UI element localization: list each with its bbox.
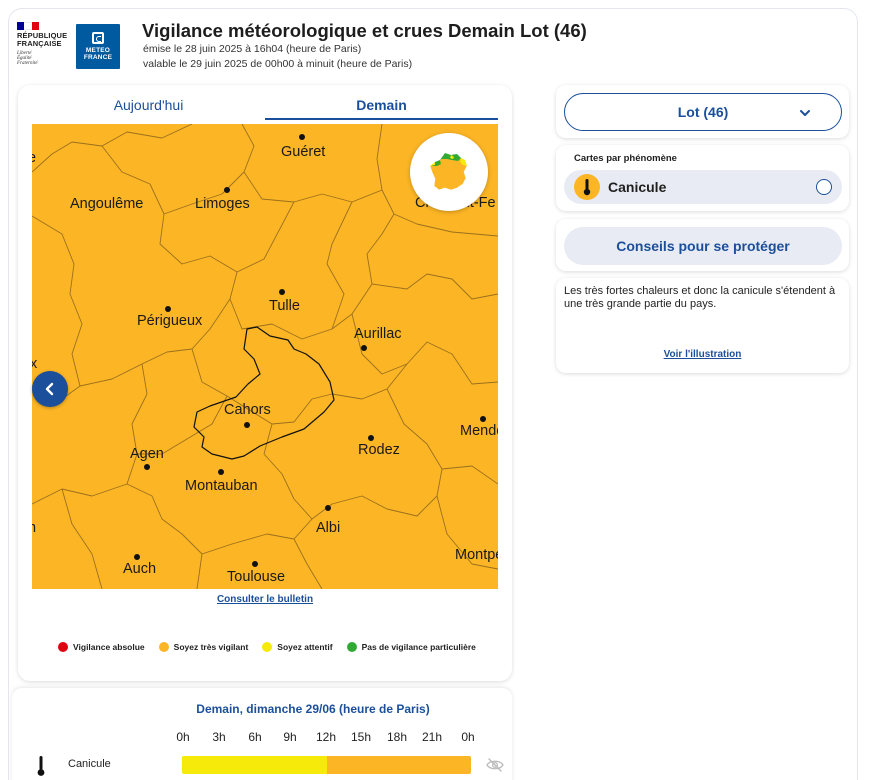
city-dot xyxy=(368,435,374,441)
emission-date: émise le 28 juin 2025 à 16h04 (heure de … xyxy=(143,43,362,55)
city-aurillac: Aurillac xyxy=(354,326,402,342)
thermometer-icon xyxy=(574,174,600,200)
validity-date: valable le 29 juin 2025 de 00h00 à minui… xyxy=(143,58,413,70)
city-perigueux: Périgueux xyxy=(137,313,203,329)
city-gueret: Guéret xyxy=(281,144,326,160)
vigilance-legend: Vigilance absolue Soyez très vigilant So… xyxy=(58,642,490,652)
thermometer-icon xyxy=(36,755,46,780)
city-agen: Agen xyxy=(130,446,164,462)
mf-text-1: METEO xyxy=(85,47,111,54)
timeline-hour: 21h xyxy=(421,730,443,744)
phenomenon-radio[interactable] xyxy=(816,179,832,195)
rf-text-line2: FRANÇAISE xyxy=(17,39,62,48)
green-dot-icon xyxy=(346,642,357,652)
lot-department-outline xyxy=(193,326,335,460)
legend-label: Vigilance absolue xyxy=(73,642,145,652)
france-minimap-button[interactable] xyxy=(410,133,488,211)
city-montpellier: Montpellier xyxy=(455,547,498,563)
department-select[interactable]: Lot (46) xyxy=(564,93,842,131)
timeline-hour: 0h xyxy=(461,730,475,744)
timeline-hour: 0h xyxy=(176,730,190,744)
city-mende: Mende xyxy=(460,423,498,439)
timeline-segment-orange xyxy=(327,756,471,774)
city-albi: Albi xyxy=(316,520,341,536)
city-angouleme: Angoulême xyxy=(70,196,144,212)
illustration-link[interactable]: Voir l'illustration xyxy=(556,349,849,360)
advice-button[interactable]: Conseils pour se protéger xyxy=(564,227,842,265)
yellow-dot-icon xyxy=(262,642,273,652)
red-dot-icon xyxy=(58,642,68,652)
city-cahors: Cahors xyxy=(224,402,271,418)
meteo-france-logo[interactable]: METEO FRANCE xyxy=(76,24,120,69)
city-partial-left-3: n xyxy=(32,520,37,536)
city-montauban: Montauban xyxy=(185,478,258,494)
phenomenon-option-canicule[interactable]: Canicule xyxy=(564,170,842,204)
legend-item: Soyez attentif xyxy=(262,642,333,652)
timeline-hour: 12h xyxy=(315,730,337,744)
phenomenon-label: Canicule xyxy=(608,179,667,195)
orange-dot-icon xyxy=(158,642,169,652)
chevron-left-icon xyxy=(45,382,54,396)
timeline-hour: 18h xyxy=(386,730,408,744)
timeline-segment-yellow xyxy=(182,756,327,774)
legend-item: Pas de vigilance particulière xyxy=(346,642,476,652)
city-dot xyxy=(325,505,331,511)
city-dot xyxy=(299,134,305,140)
legend-item: Vigilance absolue xyxy=(58,642,145,652)
french-flag-icon xyxy=(17,22,39,30)
mf-text-2: FRANCE xyxy=(83,54,113,61)
city-toulouse: Toulouse xyxy=(227,569,286,585)
timeline-hour: 15h xyxy=(350,730,372,744)
previous-button[interactable] xyxy=(32,371,68,407)
tab-today[interactable]: Aujourd'hui xyxy=(32,97,265,120)
city-rodez: Rodez xyxy=(358,442,400,458)
city-dot xyxy=(134,554,140,560)
bulletin-link[interactable]: Consulter le bulletin xyxy=(32,594,498,605)
timeline-hour: 6h xyxy=(248,730,262,744)
city-dot xyxy=(224,187,230,193)
legend-item: Soyez très vigilant xyxy=(158,642,249,652)
timeline-hour: 3h xyxy=(212,730,226,744)
city-dot xyxy=(144,464,150,470)
legend-label: Pas de vigilance particulière xyxy=(361,642,476,652)
department-select-value: Lot (46) xyxy=(677,104,729,120)
timeline-title: Demain, dimanche 29/06 (heure de Paris) xyxy=(196,702,430,716)
city-auch: Auch xyxy=(123,561,157,577)
eye-off-icon[interactable] xyxy=(486,758,504,777)
city-dot xyxy=(480,416,486,422)
city-dot xyxy=(218,469,224,475)
chevron-down-icon xyxy=(800,110,810,116)
page-title: Vigilance météorologique et crues Demain… xyxy=(142,20,587,41)
city-dot xyxy=(252,561,258,567)
meteo-france-mark-icon xyxy=(92,32,104,44)
republique-francaise-logo: RÉPUBLIQUE FRANÇAISE Liberté Égalité Fra… xyxy=(17,22,69,72)
city-dot xyxy=(279,289,285,295)
phenomenon-description: Les très fortes chaleurs et donc la cani… xyxy=(564,285,836,310)
timeline-hour: 9h xyxy=(283,730,297,744)
city-dot xyxy=(165,306,171,312)
legend-label: Soyez attentif xyxy=(277,642,333,652)
rf-motto-3: Fraternité xyxy=(17,61,38,66)
phenomena-title: Cartes par phénomène xyxy=(574,153,677,164)
legend-label: Soyez très vigilant xyxy=(173,642,249,652)
france-map-icon xyxy=(429,152,468,191)
city-partial-left-2: x xyxy=(32,356,38,372)
city-dot xyxy=(244,422,250,428)
city-dot xyxy=(361,345,367,351)
timeline-bar xyxy=(182,756,471,774)
city-limoges: Limoges xyxy=(195,196,250,212)
tab-tomorrow[interactable]: Demain xyxy=(265,97,498,120)
timeline-row-label: Canicule xyxy=(68,758,111,770)
city-partial-left: e xyxy=(32,150,37,166)
day-tabs: Aujourd'hui Demain xyxy=(32,97,498,120)
city-tulle: Tulle xyxy=(269,298,300,314)
